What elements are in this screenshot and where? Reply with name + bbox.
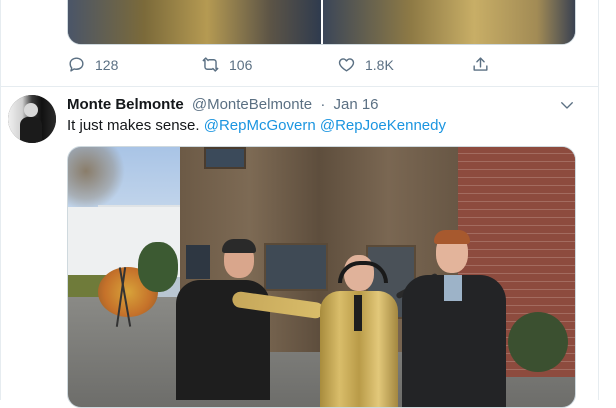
photo-green-bush (508, 312, 568, 372)
avatar-head (24, 103, 38, 117)
share-icon (473, 57, 488, 71)
more-options-button[interactable] (558, 96, 576, 114)
previous-tweet-photo-right[interactable] (322, 0, 575, 44)
photo-barn-window (204, 147, 246, 169)
reply-count: 128 (95, 56, 119, 73)
share-button[interactable] (471, 55, 490, 74)
person-collar (444, 275, 462, 301)
retweet-count: 106 (229, 56, 253, 73)
photo-tree (68, 147, 128, 207)
person-hair (434, 230, 470, 244)
previous-tweet-photo-left[interactable] (68, 0, 321, 44)
like-button[interactable]: 1.8K (337, 55, 394, 74)
mention-link-mcgovern[interactable]: @RepMcGovern (204, 117, 316, 134)
photo-green-bush (138, 242, 178, 292)
tweet-separator (1, 86, 598, 87)
tweet-date[interactable]: Jan 16 (333, 96, 378, 113)
photo-person-right (390, 230, 506, 407)
heart-icon (338, 58, 355, 72)
header-separator: · (320, 96, 326, 113)
author-handle[interactable]: @MonteBelmonte (192, 96, 312, 113)
tweet-header: Monte Belmonte @MonteBelmonte · Jan 16 (67, 96, 379, 113)
tweet-body: It just makes sense. (67, 117, 200, 134)
author-name[interactable]: Monte Belmonte (67, 96, 184, 113)
tweet-text: It just makes sense. @RepMcGovern @RepJo… (67, 117, 446, 134)
photo-person-left (176, 239, 270, 407)
retweet-button[interactable]: 106 (201, 55, 252, 74)
previous-tweet-actions: 128 106 1.8K (67, 55, 507, 77)
mention-link-kennedy[interactable]: @RepJoeKennedy (320, 117, 446, 134)
timeline-right-border (598, 0, 599, 400)
timeline-left-border (0, 0, 1, 400)
avatar[interactable] (8, 95, 56, 143)
previous-tweet-media[interactable] (67, 0, 576, 45)
tweet-photo[interactable] (67, 146, 576, 408)
person-hat (222, 239, 256, 253)
avatar-body (20, 117, 42, 143)
retweet-icon (202, 57, 219, 72)
person-tie (354, 295, 362, 331)
reply-icon (69, 57, 84, 72)
reply-button[interactable]: 128 (67, 55, 118, 74)
like-count: 1.8K (365, 56, 394, 73)
chevron-down-icon (561, 102, 573, 109)
